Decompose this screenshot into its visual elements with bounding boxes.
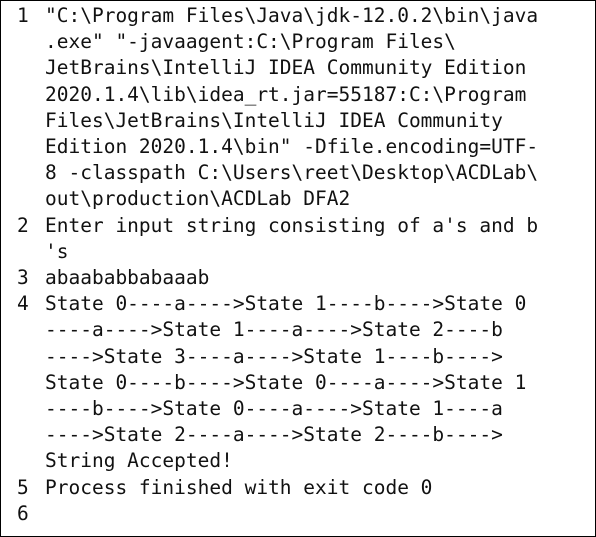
wrapped-text-row: ----b---->State 0----a---->State 1----a [45,397,503,421]
process-status-text[interactable]: Process finished with exit code 0 [45,475,585,501]
wrapped-text-row: Process finished with exit code 0 [45,475,433,499]
line-number: 3 [17,266,29,290]
wrapped-text-row: JetBrains\IntelliJ IDEA Community Editio… [45,56,527,80]
wrapped-text-row: 's [45,239,69,263]
wrapped-text-row: 2020.1.4\lib\idea_rt.jar=55187:C:\Progra… [45,82,527,106]
wrapped-text-row: String Accepted! [45,449,233,473]
console-line-6[interactable]: 6 [1,501,595,527]
line-number: 1 [17,4,29,27]
console-output-panel[interactable]: 1 "C:\Program Files\Java\jdk-12.0.2\bin\… [0,0,596,537]
wrapped-text-row: Files\JetBrains\IntelliJ IDEA Community [45,108,503,132]
line-number: 2 [17,213,29,237]
empty-line-text[interactable] [45,501,585,527]
user-input-text[interactable]: abaababbabaaab [45,265,585,291]
wrapped-text-row: State 0----a---->State 1----b---->State … [45,292,527,316]
line-number: 5 [17,475,29,499]
line-number: 4 [17,292,29,316]
command-line-text[interactable]: "C:\Program Files\Java\jdk-12.0.2\bin\ja… [45,3,585,213]
wrapped-text-row: State 0----b---->State 0----a---->State … [45,370,527,394]
wrapped-text-row: out\production\ACDLab DFA2 [45,187,351,211]
wrapped-text-row: abaababbabaaab [45,266,210,290]
wrapped-text-row: 8 -classpath C:\Users\reet\Desktop\ACDLa… [45,161,539,185]
console-line-4[interactable]: 4 State 0----a---->State 1----b---->Stat… [1,291,595,474]
console-line-1[interactable]: 1 "C:\Program Files\Java\jdk-12.0.2\bin\… [1,3,595,213]
dfa-trace-text[interactable]: State 0----a---->State 1----b---->State … [45,291,585,474]
wrapped-text-row [45,501,585,527]
wrapped-text-row: ---->State 2----a---->State 2----b----> [45,423,503,447]
console-line-5[interactable]: 5 Process finished with exit code 0 [1,475,595,501]
wrapped-text-row: Enter input string consisting of a's and… [45,213,539,237]
console-line-2[interactable]: 2 Enter input string consisting of a's a… [1,213,595,265]
wrapped-text-row: .exe" "-javaagent:C:\Program Files\ [45,30,456,54]
wrapped-text-row: ---->State 3----a---->State 1----b----> [45,344,503,368]
input-prompt-text[interactable]: Enter input string consisting of a's and… [45,213,585,265]
console-line-3[interactable]: 3 abaababbabaaab [1,265,595,291]
wrapped-text-row: Edition 2020.1.4\bin" -Dfile.encoding=UT… [45,135,539,159]
wrapped-text-row: "C:\Program Files\Java\jdk-12.0.2\bin\ja… [45,4,539,27]
line-number: 6 [17,501,29,525]
wrapped-text-row: ----a---->State 1----a---->State 2----b [45,318,503,342]
